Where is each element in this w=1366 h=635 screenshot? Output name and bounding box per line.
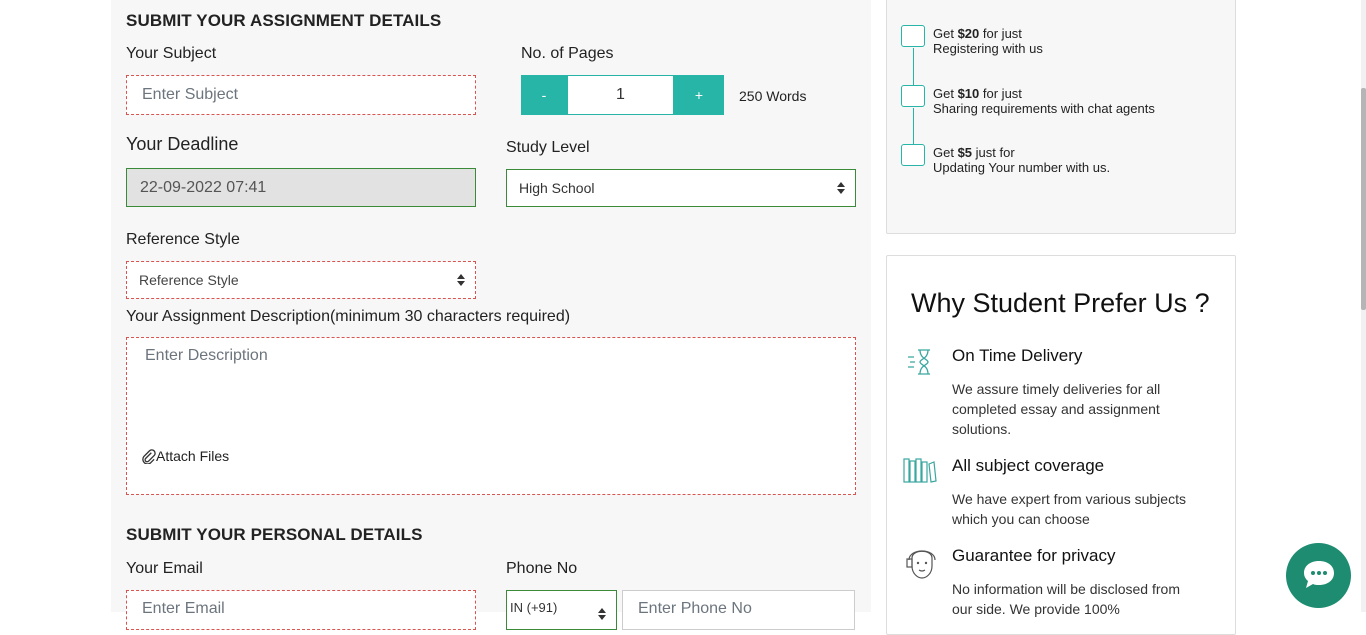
feature-description: We assure timely deliveries for all comp…: [952, 381, 1161, 437]
reference-style-select[interactable]: Reference Style: [126, 261, 476, 299]
why-us-title: Why Student Prefer Us ?: [911, 288, 1210, 318]
privacy-face-icon: [906, 550, 936, 579]
subject-label: Your Subject: [126, 45, 217, 62]
select-arrows-icon: [457, 274, 465, 286]
description-placeholder: Enter Description: [145, 347, 268, 364]
offer-item: Get $5 just for Updating Your number wit…: [933, 145, 1111, 175]
phone-label: Phone No: [506, 560, 578, 577]
study-level-value: High School: [519, 180, 595, 196]
select-arrows-icon: [837, 182, 845, 194]
description-textarea[interactable]: Enter Description Attach Files: [126, 337, 856, 495]
description-label: Your Assignment Description(minimum 30 c…: [126, 308, 571, 325]
country-code-select[interactable]: IN (+91): [506, 590, 617, 630]
phone-input[interactable]: Enter Phone No: [622, 590, 855, 630]
pages-label: No. of Pages: [521, 45, 614, 62]
study-level-label: Study Level: [506, 139, 590, 156]
offer-checkbox: [901, 85, 925, 107]
phone-placeholder: Enter Phone No: [638, 600, 752, 617]
attach-files-label: Attach Files: [156, 448, 230, 464]
personal-section-title: SUBMIT YOUR PERSONAL DETAILS: [126, 525, 423, 544]
offer-connector: [913, 48, 914, 85]
word-count: 250 Words: [739, 88, 807, 104]
reference-style-value: Reference Style: [139, 272, 239, 288]
select-arrows-icon: [598, 608, 606, 620]
reference-style-label: Reference Style: [126, 231, 240, 248]
attach-files-button[interactable]: Attach Files: [141, 448, 229, 464]
feature-title: All subject coverage: [952, 456, 1105, 475]
email-label: Your Email: [126, 560, 203, 577]
chat-bubble-icon: [1304, 561, 1334, 588]
offer-checkbox: [901, 25, 925, 47]
feature-description: No information will be disclosed from ou…: [952, 581, 1180, 617]
pages-input[interactable]: 1: [567, 75, 674, 115]
study-level-select[interactable]: High School: [506, 169, 856, 207]
offer-connector: [913, 108, 914, 144]
subject-input[interactable]: Enter Subject: [126, 75, 476, 115]
offer-item: Get $10 for just Sharing requirements wi…: [933, 86, 1155, 116]
hourglass-icon: [908, 349, 930, 375]
books-icon: [903, 458, 937, 483]
deadline-label: Your Deadline: [126, 134, 239, 154]
deadline-value: 22-09-2022 07:41: [140, 178, 267, 196]
paperclip-icon: [142, 448, 156, 464]
offer-checkbox: [901, 144, 925, 166]
feature-title: On Time Delivery: [952, 346, 1083, 365]
deadline-input[interactable]: 22-09-2022 07:41: [126, 168, 476, 207]
feature-description: We have expert from various subjects whi…: [952, 491, 1186, 527]
feature-title: Guarantee for privacy: [952, 546, 1116, 565]
chat-button[interactable]: [1286, 543, 1351, 608]
offer-item: Get $20 for just Registering with us: [933, 26, 1043, 56]
decrease-pages-button[interactable]: -: [521, 75, 567, 115]
increase-pages-button[interactable]: +: [674, 75, 724, 115]
email-placeholder: Enter Email: [142, 600, 225, 617]
assignment-section-title: SUBMIT YOUR ASSIGNMENT DETAILS: [126, 11, 442, 30]
page-scrollbar-thumb[interactable]: [1361, 88, 1366, 310]
subject-placeholder: Enter Subject: [142, 86, 239, 103]
country-code-value: IN (+91): [510, 600, 558, 615]
email-input[interactable]: Enter Email: [126, 590, 476, 630]
